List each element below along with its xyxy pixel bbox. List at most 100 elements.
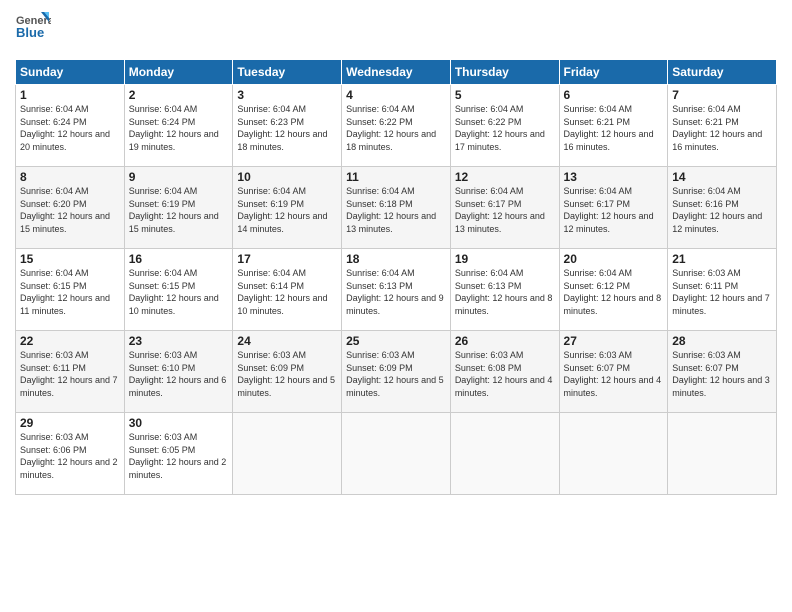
logo: General Blue [15, 10, 55, 51]
day-detail: Sunrise: 6:04 AM Sunset: 6:17 PM Dayligh… [455, 185, 555, 235]
day-detail: Sunrise: 6:04 AM Sunset: 6:19 PM Dayligh… [237, 185, 337, 235]
calendar-cell: 28Sunrise: 6:03 AM Sunset: 6:07 PM Dayli… [668, 331, 777, 413]
calendar-row-4: 22Sunrise: 6:03 AM Sunset: 6:11 PM Dayli… [16, 331, 777, 413]
day-detail: Sunrise: 6:04 AM Sunset: 6:24 PM Dayligh… [129, 103, 229, 153]
calendar-cell: 17Sunrise: 6:04 AM Sunset: 6:14 PM Dayli… [233, 249, 342, 331]
day-detail: Sunrise: 6:04 AM Sunset: 6:19 PM Dayligh… [129, 185, 229, 235]
calendar-cell: 22Sunrise: 6:03 AM Sunset: 6:11 PM Dayli… [16, 331, 125, 413]
calendar-cell: 18Sunrise: 6:04 AM Sunset: 6:13 PM Dayli… [342, 249, 451, 331]
day-number: 29 [20, 416, 120, 430]
day-number: 22 [20, 334, 120, 348]
day-number: 11 [346, 170, 446, 184]
day-detail: Sunrise: 6:04 AM Sunset: 6:12 PM Dayligh… [564, 267, 664, 317]
calendar: SundayMondayTuesdayWednesdayThursdayFrid… [15, 59, 777, 495]
day-number: 20 [564, 252, 664, 266]
day-detail: Sunrise: 6:04 AM Sunset: 6:21 PM Dayligh… [564, 103, 664, 153]
calendar-cell [342, 413, 451, 495]
day-number: 6 [564, 88, 664, 102]
svg-text:Blue: Blue [16, 25, 44, 40]
day-detail: Sunrise: 6:03 AM Sunset: 6:10 PM Dayligh… [129, 349, 229, 399]
calendar-row-5: 29Sunrise: 6:03 AM Sunset: 6:06 PM Dayli… [16, 413, 777, 495]
calendar-cell: 24Sunrise: 6:03 AM Sunset: 6:09 PM Dayli… [233, 331, 342, 413]
calendar-cell: 2Sunrise: 6:04 AM Sunset: 6:24 PM Daylig… [124, 85, 233, 167]
calendar-cell: 19Sunrise: 6:04 AM Sunset: 6:13 PM Dayli… [450, 249, 559, 331]
day-number: 21 [672, 252, 772, 266]
calendar-cell: 9Sunrise: 6:04 AM Sunset: 6:19 PM Daylig… [124, 167, 233, 249]
day-detail: Sunrise: 6:04 AM Sunset: 6:18 PM Dayligh… [346, 185, 446, 235]
calendar-cell: 11Sunrise: 6:04 AM Sunset: 6:18 PM Dayli… [342, 167, 451, 249]
calendar-cell [450, 413, 559, 495]
day-detail: Sunrise: 6:04 AM Sunset: 6:13 PM Dayligh… [455, 267, 555, 317]
day-number: 27 [564, 334, 664, 348]
calendar-cell: 1Sunrise: 6:04 AM Sunset: 6:24 PM Daylig… [16, 85, 125, 167]
calendar-cell [233, 413, 342, 495]
day-number: 26 [455, 334, 555, 348]
calendar-header-wednesday: Wednesday [342, 60, 451, 85]
day-number: 19 [455, 252, 555, 266]
day-number: 23 [129, 334, 229, 348]
calendar-cell: 5Sunrise: 6:04 AM Sunset: 6:22 PM Daylig… [450, 85, 559, 167]
day-number: 4 [346, 88, 446, 102]
day-detail: Sunrise: 6:04 AM Sunset: 6:22 PM Dayligh… [346, 103, 446, 153]
day-number: 28 [672, 334, 772, 348]
calendar-cell: 4Sunrise: 6:04 AM Sunset: 6:22 PM Daylig… [342, 85, 451, 167]
calendar-cell: 25Sunrise: 6:03 AM Sunset: 6:09 PM Dayli… [342, 331, 451, 413]
day-detail: Sunrise: 6:04 AM Sunset: 6:14 PM Dayligh… [237, 267, 337, 317]
day-number: 7 [672, 88, 772, 102]
day-detail: Sunrise: 6:04 AM Sunset: 6:20 PM Dayligh… [20, 185, 120, 235]
day-number: 12 [455, 170, 555, 184]
calendar-cell: 14Sunrise: 6:04 AM Sunset: 6:16 PM Dayli… [668, 167, 777, 249]
day-detail: Sunrise: 6:04 AM Sunset: 6:15 PM Dayligh… [20, 267, 120, 317]
calendar-header-thursday: Thursday [450, 60, 559, 85]
day-number: 30 [129, 416, 229, 430]
day-number: 8 [20, 170, 120, 184]
day-number: 15 [20, 252, 120, 266]
day-detail: Sunrise: 6:04 AM Sunset: 6:15 PM Dayligh… [129, 267, 229, 317]
day-detail: Sunrise: 6:03 AM Sunset: 6:09 PM Dayligh… [237, 349, 337, 399]
day-detail: Sunrise: 6:03 AM Sunset: 6:07 PM Dayligh… [564, 349, 664, 399]
day-number: 9 [129, 170, 229, 184]
day-number: 18 [346, 252, 446, 266]
logo-graphic: General Blue [15, 10, 51, 46]
day-detail: Sunrise: 6:03 AM Sunset: 6:11 PM Dayligh… [20, 349, 120, 399]
day-number: 14 [672, 170, 772, 184]
day-number: 24 [237, 334, 337, 348]
day-number: 25 [346, 334, 446, 348]
calendar-header-sunday: Sunday [16, 60, 125, 85]
day-detail: Sunrise: 6:04 AM Sunset: 6:24 PM Dayligh… [20, 103, 120, 153]
calendar-cell: 6Sunrise: 6:04 AM Sunset: 6:21 PM Daylig… [559, 85, 668, 167]
calendar-cell: 21Sunrise: 6:03 AM Sunset: 6:11 PM Dayli… [668, 249, 777, 331]
day-number: 16 [129, 252, 229, 266]
calendar-row-3: 15Sunrise: 6:04 AM Sunset: 6:15 PM Dayli… [16, 249, 777, 331]
day-number: 2 [129, 88, 229, 102]
calendar-cell: 29Sunrise: 6:03 AM Sunset: 6:06 PM Dayli… [16, 413, 125, 495]
day-detail: Sunrise: 6:03 AM Sunset: 6:06 PM Dayligh… [20, 431, 120, 481]
calendar-cell: 3Sunrise: 6:04 AM Sunset: 6:23 PM Daylig… [233, 85, 342, 167]
calendar-cell: 7Sunrise: 6:04 AM Sunset: 6:21 PM Daylig… [668, 85, 777, 167]
day-detail: Sunrise: 6:04 AM Sunset: 6:13 PM Dayligh… [346, 267, 446, 317]
calendar-cell: 12Sunrise: 6:04 AM Sunset: 6:17 PM Dayli… [450, 167, 559, 249]
day-number: 17 [237, 252, 337, 266]
calendar-header-tuesday: Tuesday [233, 60, 342, 85]
calendar-header-monday: Monday [124, 60, 233, 85]
day-detail: Sunrise: 6:04 AM Sunset: 6:22 PM Dayligh… [455, 103, 555, 153]
day-number: 3 [237, 88, 337, 102]
logo-text: General Blue [15, 10, 55, 51]
day-detail: Sunrise: 6:03 AM Sunset: 6:09 PM Dayligh… [346, 349, 446, 399]
day-detail: Sunrise: 6:03 AM Sunset: 6:08 PM Dayligh… [455, 349, 555, 399]
calendar-header-saturday: Saturday [668, 60, 777, 85]
calendar-cell: 8Sunrise: 6:04 AM Sunset: 6:20 PM Daylig… [16, 167, 125, 249]
page: General Blue SundayMondayTuesdayWednesda… [0, 0, 792, 612]
day-detail: Sunrise: 6:03 AM Sunset: 6:11 PM Dayligh… [672, 267, 772, 317]
calendar-cell: 30Sunrise: 6:03 AM Sunset: 6:05 PM Dayli… [124, 413, 233, 495]
day-detail: Sunrise: 6:04 AM Sunset: 6:16 PM Dayligh… [672, 185, 772, 235]
calendar-cell: 16Sunrise: 6:04 AM Sunset: 6:15 PM Dayli… [124, 249, 233, 331]
day-number: 10 [237, 170, 337, 184]
calendar-cell [668, 413, 777, 495]
header: General Blue [15, 10, 777, 51]
calendar-cell: 20Sunrise: 6:04 AM Sunset: 6:12 PM Dayli… [559, 249, 668, 331]
calendar-header-row: SundayMondayTuesdayWednesdayThursdayFrid… [16, 60, 777, 85]
calendar-cell: 26Sunrise: 6:03 AM Sunset: 6:08 PM Dayli… [450, 331, 559, 413]
day-number: 5 [455, 88, 555, 102]
calendar-cell: 23Sunrise: 6:03 AM Sunset: 6:10 PM Dayli… [124, 331, 233, 413]
